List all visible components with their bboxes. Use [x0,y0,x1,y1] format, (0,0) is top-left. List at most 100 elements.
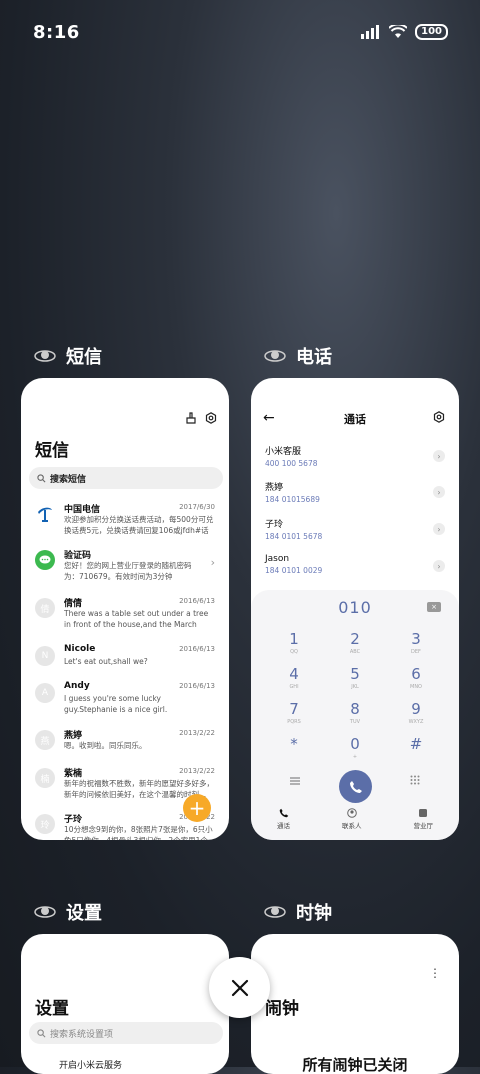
telecom-logo-icon [35,504,55,524]
dial-key[interactable]: 0 + [330,735,380,760]
recent-call-item[interactable]: 燕婷 184 01015689 › [265,480,445,510]
dial-key[interactable]: # [391,735,441,754]
status-time: 8:16 [33,22,80,43]
app-label-text: 设置 [66,903,102,924]
sms-title: 短信 [35,441,69,461]
settings-title: 设置 [35,999,69,1019]
sms-search-input[interactable]: 搜索短信 [29,467,223,489]
dial-key[interactable]: 9 WXYZ [391,700,441,725]
tab-label: 联系人 [342,822,362,830]
call-button[interactable] [339,770,372,803]
new-message-button[interactable]: + [183,794,211,822]
dial-key[interactable]: 6 MNO [391,665,441,690]
phone-icon [279,808,288,818]
avatar: 燕 [35,730,55,750]
dial-key[interactable]: 1 QQ [269,630,319,655]
avatar: 楠 [35,768,55,788]
settings-icon[interactable] [433,411,445,423]
dial-key[interactable]: 2 ABC [330,630,380,655]
phone-icon [349,780,362,793]
menu-icon[interactable] [289,776,301,786]
message-item[interactable]: A Andy 2016/6/13 I guess you're some luc… [35,681,215,723]
app-card-phone[interactable]: ← 通话 小米客服 400 100 5678 › 燕婷 184 01015689… [251,378,459,840]
dial-key[interactable]: 4 GHI [269,665,319,690]
dialpad: 010 × 1 QQ 2 ABC 3 DEF 4 GHI 5 JKL 6 MNO 7 PQRS… [251,590,459,840]
app-card-settings[interactable]: 设置 搜索系统设置项 开启小米云服务 [21,934,229,1074]
sms-top-icons [185,412,217,424]
app-label-settings[interactable]: 设置 [34,899,102,925]
contact-name: 小米客服 [265,447,302,457]
search-placeholder: 搜索短信 [50,474,87,485]
chevron-right-icon: › [210,556,215,569]
chevron-right-icon[interactable]: › [433,560,445,572]
app-card-clock[interactable]: ⋮ 闹钟 所有闹钟已关闭 [251,934,459,1074]
message-preview: 10分想念9到的你，8张照片7张是你，6只小兔5只像你，4根骨头3根归你，2个家… [64,825,213,840]
clock-title: 闹钟 [265,999,299,1019]
phone-header: ← 通话 [251,408,459,430]
message-preview: I guess you're some lucky guy.Stephanie … [64,694,168,714]
settings-search-input[interactable]: 搜索系统设置项 [29,1022,223,1044]
message-item[interactable]: 验证码 › 您好！您的网上营业厅登录的随机密码为：710679。有效时间为3分钟 [35,548,215,590]
chevron-right-icon[interactable]: › [433,523,445,535]
close-icon [231,979,248,996]
chevron-right-icon[interactable]: › [433,450,445,462]
message-item[interactable]: 燕 燕婷 2013/2/22 嗯。收到啦。同乐同乐。 [35,728,215,770]
key-letters: JKL [351,684,359,690]
message-date: 2016/6/13 [179,645,215,653]
settings-row-cloud[interactable]: 开启小米云服务 [59,1058,122,1071]
message-date: 2016/6/13 [179,597,215,605]
contact-number: 184 0101 5678 [265,532,323,541]
key-digit: 5 [350,665,360,683]
key-letters: WXYZ [408,719,424,725]
app-label-sms[interactable]: 短信 [34,343,102,369]
key-digit: * [290,735,298,753]
message-item[interactable]: N Nicole 2016/6/13 Let's eat out,shall w… [35,644,215,686]
dial-key[interactable]: * [269,735,319,754]
message-date: 2017/6/30 [179,503,215,511]
message-item[interactable]: 中国电信 2017/6/30 欢迎参加积分兑换送话费活动，每500分可兑换话费5… [35,502,215,544]
key-digit: # [409,735,423,753]
message-item[interactable]: 倩 倩倩 2016/6/13 There was a table set out… [35,596,215,638]
alarm-status: 所有闹钟已关闭 [302,1056,408,1074]
message-preview: 嗯。收到啦。同乐同乐。 [64,741,147,750]
dial-key[interactable]: 5 JKL [330,665,380,690]
recent-call-item[interactable]: 子玲 184 0101 5678 › [265,517,445,547]
dial-key[interactable]: 7 PQRS [269,700,319,725]
app-icon-settings [34,906,56,918]
message-date: 2013/2/22 [179,767,215,775]
key-digit: 8 [350,700,360,718]
clear-all-button[interactable] [209,957,270,1018]
more-options-icon[interactable]: ⋮ [429,966,441,980]
key-digit: 2 [350,630,360,648]
tab-label: 通话 [277,822,290,830]
key-digit: 1 [289,630,299,648]
tab-calls[interactable]: 通话 [277,806,290,836]
message-bubble-icon [35,550,55,570]
chevron-right-icon[interactable]: › [433,486,445,498]
wifi-icon [389,25,408,38]
key-letters: GHI [289,684,299,690]
recent-call-item[interactable]: Jason 184 0101 0029 › [265,554,445,584]
app-card-sms[interactable]: 短信 搜索短信 中国电信 2017/6/30 欢迎参加积分兑换送话费活动，每50… [21,378,229,840]
app-label-clock[interactable]: 时钟 [264,899,332,925]
dial-key[interactable]: 3 DEF [391,630,441,655]
contact-number: 184 0101 0029 [265,566,323,575]
tab-contacts[interactable]: 联系人 [342,806,362,836]
message-preview: 欢迎参加积分兑换送话费活动，每500分可兑换话费5元，兑换话费请回复106或jf… [64,515,214,535]
app-label-phone[interactable]: 电话 [264,343,332,369]
key-letters: DEF [411,649,421,655]
settings-icon[interactable] [205,412,217,424]
recent-call-item[interactable]: 小米客服 400 100 5678 › [265,444,445,474]
message-preview: 您好！您的网上营业厅登录的随机密码为：710679。有效时间为3分钟 [64,561,192,581]
message-preview: Let's eat out,shall we? [64,657,148,666]
clean-icon[interactable] [185,412,197,424]
app-label-text: 电话 [296,347,332,368]
dial-key[interactable]: 8 TUV [330,700,380,725]
keypad-icon[interactable] [410,775,420,785]
phone-tab-bar: 通话 联系人 营业厅 [251,806,459,836]
key-digit: 6 [411,665,421,683]
tab-service-hall[interactable]: 营业厅 [414,806,433,836]
backspace-icon[interactable]: × [427,602,441,612]
contact-name: 子玲 [265,520,284,530]
avatar: N [35,646,55,666]
